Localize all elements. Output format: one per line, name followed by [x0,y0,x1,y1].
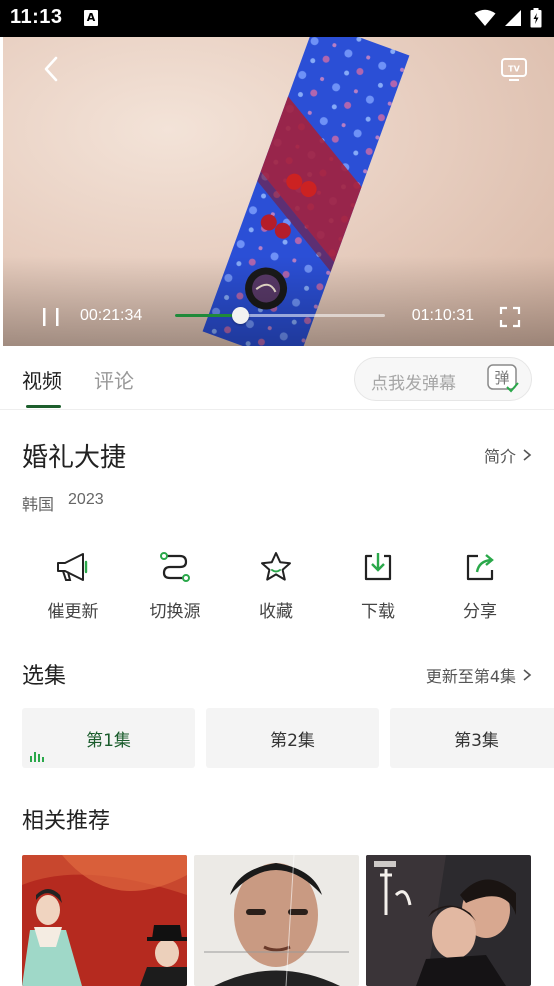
notification-icon: A [84,10,98,26]
episodes-update-status: 更新至第4集 [425,667,516,686]
seek-bar-fill [175,314,241,317]
action-label: 切换源 [149,602,201,622]
danmaku-placeholder: 点我发弹幕 [371,374,456,394]
episode-label: 第2集 [270,730,315,751]
recommend-poster[interactable] [22,855,187,986]
seek-bar-handle[interactable] [232,307,250,324]
share-button[interactable]: 分享 [435,547,525,622]
tab-comment[interactable]: 评论 [94,365,134,394]
back-button[interactable] [33,51,69,87]
current-time: 00:21:34 [80,307,143,324]
signal-icon [505,10,521,26]
show-title: 婚礼大捷 [22,443,127,473]
fullscreen-button[interactable] [496,303,524,331]
urge-update-button[interactable]: 催更新 [28,547,118,622]
recommend-list [22,855,554,986]
intro-link[interactable]: 简介 [484,443,532,467]
video-player[interactable]: TV 00:21:34 01:10:31 [3,37,554,346]
cast-tv-button[interactable]: TV [496,51,532,87]
episode-item[interactable]: 第3集 [390,708,554,768]
chevron-right-icon [523,449,532,461]
danmaku-button-label: 弹 [494,369,509,387]
show-region: 韩国 [22,497,55,514]
episode-item[interactable]: 第1集 [22,708,195,768]
total-time: 01:10:31 [411,307,474,324]
show-meta: 韩国 2023 [22,491,104,515]
action-label: 催更新 [47,602,99,622]
megaphone-icon [57,553,88,581]
pause-button[interactable] [37,303,65,331]
back-arrow-icon [44,56,58,82]
action-label: 收藏 [259,602,293,622]
recommend-poster[interactable] [194,855,359,986]
show-year: 2023 [68,491,104,508]
episode-label: 第1集 [86,730,131,751]
controls-gradient [3,256,554,346]
tab-video[interactable]: 视频 [22,365,62,394]
share-icon [466,554,494,581]
detail-tabs: 视频 评论 点我发弹幕 弹 [0,346,554,410]
tv-icon: TV [501,58,527,81]
episode-list: 第1集 第2集 第3集 [22,708,554,768]
action-label: 下载 [361,602,395,622]
poster-image [22,855,187,986]
chevron-right-icon [523,669,532,681]
pause-icon [43,308,59,326]
status-time: 11:13 [10,6,63,28]
now-playing-icon [30,752,44,762]
intro-label: 简介 [483,447,516,466]
recommend-poster[interactable] [366,855,531,986]
star-icon [261,552,291,581]
recommend-title: 相关推荐 [22,809,111,834]
poster-image [366,855,531,986]
active-tab-indicator [26,405,61,408]
battery-icon [530,8,542,28]
episodes-more-link[interactable]: 更新至第4集 [426,663,532,687]
seek-bar[interactable] [175,307,385,324]
download-button[interactable]: 下载 [333,547,423,622]
switch-source-icon [160,552,190,582]
episode-label: 第3集 [454,730,499,751]
switch-source-button[interactable]: 切换源 [130,547,220,622]
status-bar: 11:13 A [0,0,554,37]
danmaku-input[interactable]: 点我发弹幕 弹 [354,357,532,401]
wifi-icon [474,9,496,26]
episode-item[interactable]: 第2集 [206,708,379,768]
action-label: 分享 [463,602,497,622]
download-icon [364,553,392,581]
poster-image [194,855,359,986]
fullscreen-icon [499,306,521,328]
danmaku-toggle-icon[interactable]: 弹 [487,364,519,394]
system-icons [474,8,542,28]
episodes-title: 选集 [22,664,67,689]
action-bar: 催更新 切换源 收藏 下载 分享 [0,547,554,627]
favorite-button[interactable]: 收藏 [231,547,321,622]
svg-text:TV: TV [508,65,520,74]
